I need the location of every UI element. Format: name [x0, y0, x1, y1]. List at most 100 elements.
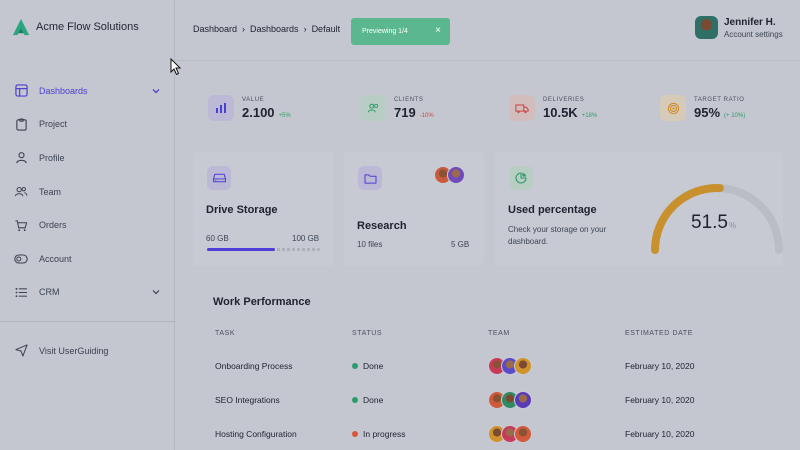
- chevron-right-icon: ›: [242, 24, 246, 34]
- breadcrumb-item[interactable]: Dashboard: [193, 24, 237, 34]
- status-cell: Done: [352, 361, 383, 371]
- research-size: 5 GB: [451, 240, 470, 249]
- logo-icon: [12, 18, 30, 36]
- chevron-down-icon[interactable]: [151, 287, 161, 297]
- stat-delta: +18%: [581, 112, 598, 119]
- gauge-value: 51.5: [691, 212, 728, 233]
- sidebar-item-dashboards[interactable]: Dashboards: [0, 74, 175, 108]
- breadcrumb-item: Default: [311, 24, 341, 34]
- research-card[interactable]: Research 10 files 5 GB: [344, 152, 484, 266]
- cart-icon: [14, 218, 28, 232]
- preview-toast: Previewing 1/4 ×: [351, 18, 450, 45]
- stat-delta: (+ 10%): [724, 112, 746, 119]
- stat-delta: +5%: [278, 112, 291, 119]
- truck-icon: [509, 95, 535, 121]
- target-icon: [660, 95, 686, 121]
- stat-card-clients: CLIENTS 719 -10%: [360, 88, 500, 128]
- research-files: 10 files: [357, 240, 383, 249]
- stat-value: 2.100: [242, 104, 275, 120]
- pie-chart-icon: [509, 166, 533, 190]
- task-name: Onboarding Process: [215, 361, 293, 371]
- storage-progress-bar: [207, 248, 320, 251]
- table-row[interactable]: Hosting Configuration In progress Februa…: [193, 417, 783, 450]
- team-avatars: [488, 357, 532, 375]
- status-dot: [352, 397, 358, 403]
- table-row[interactable]: SEO Integrations Done February 10, 2020: [193, 383, 783, 417]
- storage-progress-fill: [207, 248, 275, 251]
- sidebar-item-label: CRM: [39, 287, 60, 298]
- stat-delta: -10%: [419, 112, 434, 119]
- chevron-down-icon[interactable]: [151, 86, 161, 96]
- breadcrumb-item[interactable]: Dashboards: [250, 24, 299, 34]
- sidebar-item-account[interactable]: Account: [0, 242, 175, 276]
- drive-storage-card: Drive Storage 60 GB 100 GB: [193, 152, 333, 266]
- status-cell: Done: [352, 395, 383, 405]
- brand-name: Acme Flow Solutions: [36, 21, 139, 33]
- stat-label: VALUE: [242, 96, 265, 103]
- avatar: [514, 391, 532, 409]
- sidebar-item-visit-userguiding[interactable]: Visit UserGuiding: [0, 334, 175, 368]
- estimated-date: February 10, 2020: [625, 429, 695, 439]
- app-root: Acme Flow Solutions Dashboards Project P…: [0, 0, 800, 450]
- list-icon: [14, 285, 28, 299]
- user-name: Jennifer H.: [724, 16, 776, 28]
- users-icon: [360, 95, 386, 121]
- folder-icon: [358, 166, 382, 190]
- table-row[interactable]: Onboarding Process Done February 10, 202…: [193, 349, 783, 383]
- sidebar: Acme Flow Solutions Dashboards Project P…: [0, 0, 175, 450]
- sidebar-item-label: Dashboards: [39, 85, 88, 96]
- status-text: Done: [363, 395, 384, 405]
- estimated-date: February 10, 2020: [625, 395, 695, 405]
- storage-used: 60 GB: [206, 234, 229, 243]
- sidebar-item-label: Team: [39, 186, 62, 197]
- sidebar-nav: Dashboards Project Profile Team Orders A…: [0, 74, 175, 368]
- avatar: [514, 425, 532, 443]
- card-title: Used percentage: [508, 204, 597, 216]
- clipboard-icon: [14, 117, 28, 131]
- sidebar-item-project[interactable]: Project: [0, 108, 175, 142]
- storage-total: 100 GB: [292, 234, 320, 243]
- send-icon: [14, 344, 28, 358]
- sidebar-item-orders[interactable]: Orders: [0, 208, 175, 242]
- stat-card-deliveries: DELIVERIES 10.5K +18%: [509, 88, 649, 128]
- stat-value: 10.5K: [543, 104, 578, 120]
- card-title: Research: [357, 220, 407, 232]
- user-menu[interactable]: Jennifer H. Account settings: [695, 16, 783, 39]
- status-dot: [352, 363, 358, 369]
- users-icon: [14, 185, 28, 199]
- stat-label: CLIENTS: [394, 96, 424, 103]
- column-header-estimated-date: ESTIMATED DATE: [625, 330, 694, 337]
- sidebar-item-label: Profile: [39, 152, 65, 163]
- column-header-task: TASK: [215, 330, 236, 337]
- sidebar-divider: [0, 321, 175, 323]
- account-settings-link[interactable]: Account settings: [724, 30, 783, 39]
- stat-value: 95%: [694, 104, 721, 120]
- chevron-right-icon: ›: [303, 24, 307, 34]
- estimated-date: February 10, 2020: [625, 361, 695, 371]
- user-icon: [14, 151, 28, 165]
- gauge-unit: %: [728, 221, 737, 230]
- gauge-readout: 51.5 %: [691, 212, 736, 234]
- sidebar-item-team[interactable]: Team: [0, 175, 175, 209]
- column-header-status: STATUS: [352, 330, 383, 337]
- table-title: Work Performance: [213, 296, 311, 308]
- task-name: SEO Integrations: [215, 395, 280, 405]
- brand-logo[interactable]: Acme Flow Solutions: [12, 18, 139, 36]
- sidebar-item-profile[interactable]: Profile: [0, 141, 175, 175]
- stat-card-target-ratio: TARGET RATIO 95% (+ 10%): [660, 88, 800, 128]
- task-name: Hosting Configuration: [215, 429, 297, 439]
- close-icon[interactable]: ×: [435, 25, 441, 37]
- status-dot: [352, 431, 358, 437]
- team-avatars: [488, 391, 532, 409]
- avatar: [447, 166, 465, 184]
- status-text: In progress: [363, 429, 406, 439]
- stat-card-value: VALUE 2.100 +5%: [208, 88, 348, 128]
- sidebar-item-label: Orders: [39, 220, 67, 231]
- hard-drive-icon: [207, 166, 231, 190]
- sidebar-item-crm[interactable]: CRM: [0, 276, 175, 310]
- card-description: Check your storage on your dashboard.: [508, 225, 607, 246]
- mouse-cursor-icon: [170, 58, 182, 76]
- stat-value: 719: [394, 104, 416, 120]
- sidebar-item-label: Project: [39, 119, 68, 130]
- stat-label: TARGET RATIO: [694, 96, 745, 103]
